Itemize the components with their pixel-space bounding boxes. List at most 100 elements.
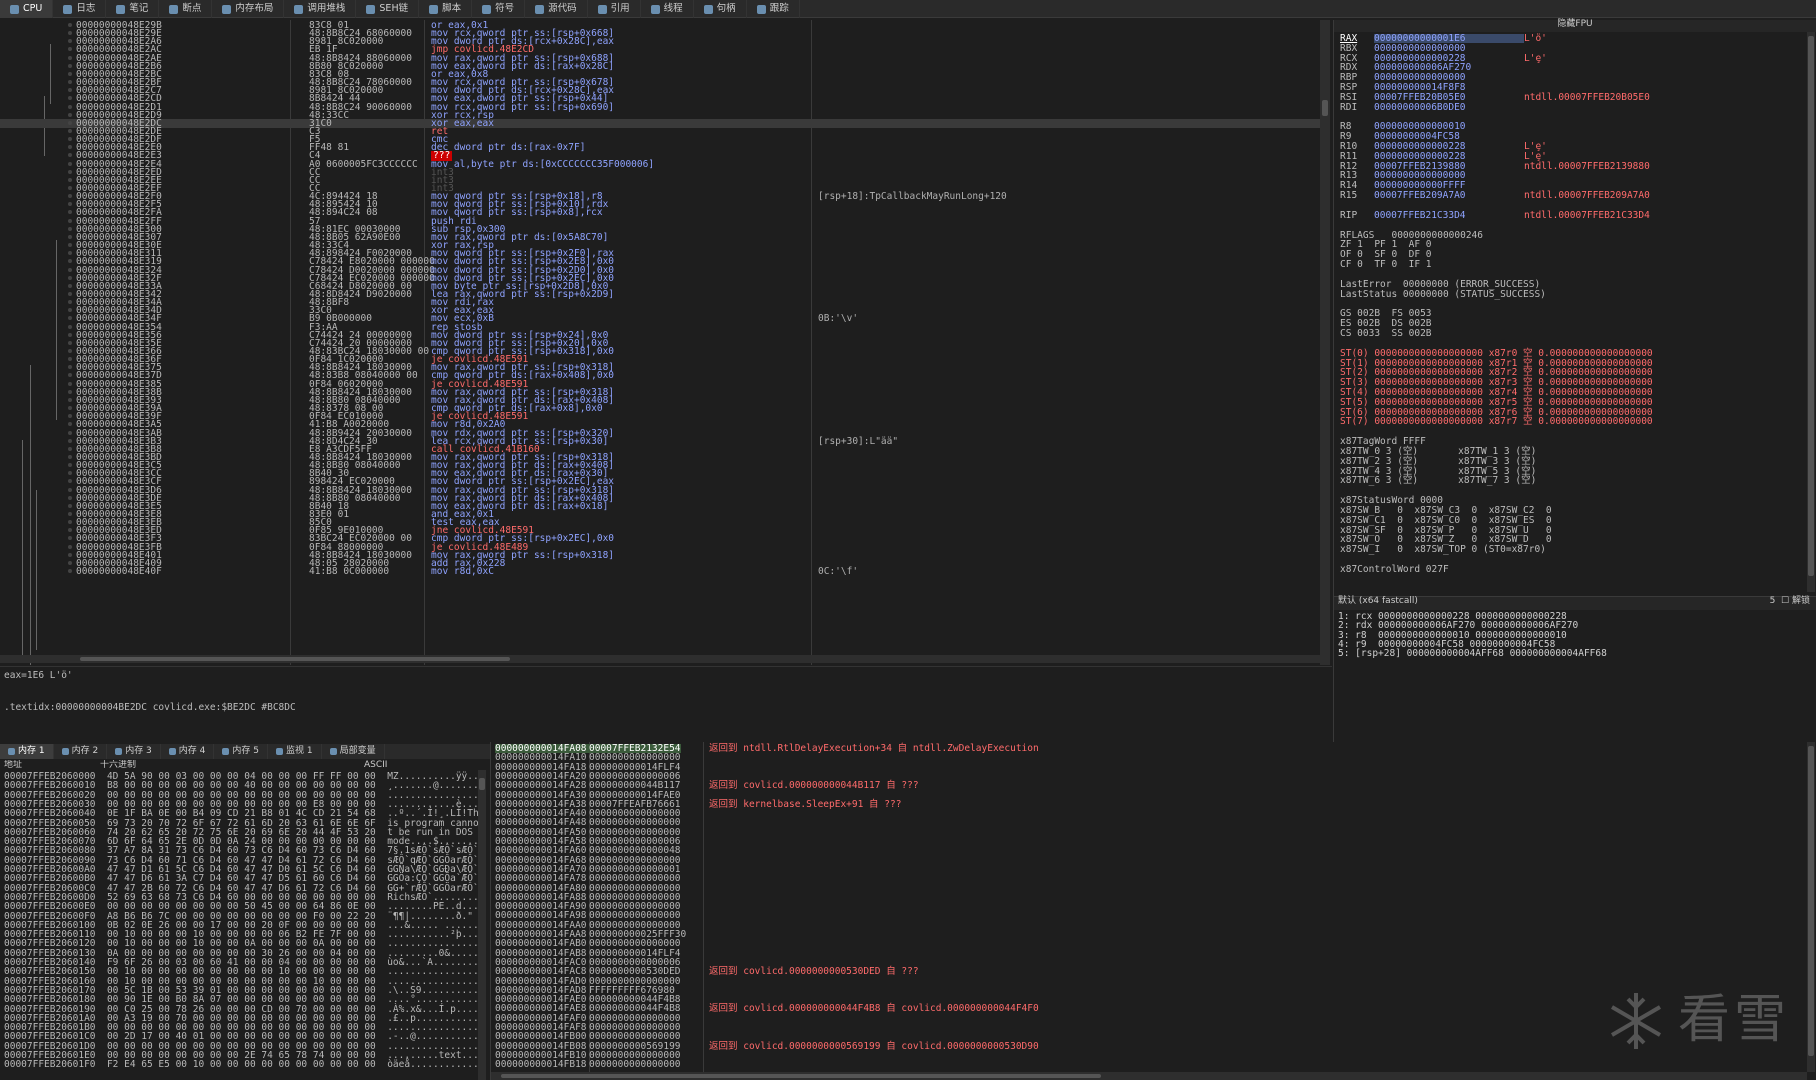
register-rsi[interactable]: RSI 00007FFEB20B05E0 ntdll.00007FFEB20B05E… — [1340, 92, 1650, 102]
register-r11[interactable]: R11 0000000000000228 L'ȩ' — [1340, 151, 1547, 161]
tab-8[interactable]: 符号 — [472, 0, 526, 18]
breakpoint-dot[interactable] — [68, 283, 72, 288]
breakpoint-dot[interactable] — [68, 104, 72, 109]
reg-value[interactable]: 00007FFEB20B05E0 — [1374, 92, 1524, 102]
disasm-hscroll[interactable] — [0, 655, 1320, 663]
breakpoint-dot[interactable] — [68, 324, 72, 329]
register-rbx[interactable]: RBX 0000000000000000 — [1340, 43, 1524, 53]
breakpoint-dot[interactable] — [68, 39, 72, 44]
breakpoint-dot[interactable] — [68, 55, 72, 60]
reg-value[interactable]: 00000000006B0DE0 — [1374, 102, 1524, 112]
register-r10[interactable]: R10 0000000000000228 L'ȩ' — [1340, 142, 1547, 152]
disasm-vscroll[interactable] — [1320, 20, 1330, 665]
breakpoint-dot[interactable] — [68, 479, 72, 484]
breakpoint-dot[interactable] — [68, 202, 72, 207]
tab-9[interactable]: 源代码 — [525, 0, 588, 18]
call-arg-row[interactable]: 5: [rsp+28] 000000000004AFF68 0000000000… — [1338, 649, 1607, 659]
breakpoint-dot[interactable] — [68, 291, 72, 296]
breakpoint-dot[interactable] — [68, 145, 72, 150]
breakpoint-dot[interactable] — [68, 454, 72, 459]
breakpoint-dot[interactable] — [68, 528, 72, 533]
breakpoint-dot[interactable] — [68, 569, 72, 574]
breakpoint-dot[interactable] — [68, 503, 72, 508]
bottom-tab-6[interactable]: 局部变量 — [322, 744, 385, 759]
bottom-tab-0[interactable]: 内存 1 — [0, 744, 54, 759]
bottom-tab-3[interactable]: 内存 4 — [161, 744, 215, 759]
breakpoint-dot[interactable] — [68, 560, 72, 565]
disassembly-pane[interactable]: 00000000048E29B 83C8 01 or eax,0x1 00000000… — [0, 20, 1332, 665]
bottom-tab-4[interactable]: 内存 5 — [214, 744, 268, 759]
reg-value[interactable]: 0000000000000228 — [1374, 151, 1524, 161]
breakpoint-dot[interactable] — [68, 128, 72, 133]
breakpoint-dot[interactable] — [68, 389, 72, 394]
breakpoint-dot[interactable] — [68, 463, 72, 468]
breakpoint-dot[interactable] — [68, 340, 72, 345]
register-r15[interactable]: R15 00007FFEB209A7A0 ntdll.00007FFEB209A7A… — [1340, 191, 1650, 201]
stack-vscroll[interactable] — [1807, 742, 1815, 1072]
breakpoint-dot[interactable] — [68, 397, 72, 402]
breakpoint-dot[interactable] — [68, 365, 72, 370]
arg-count-spinner[interactable]: 5 — [1770, 596, 1776, 606]
breakpoint-dot[interactable] — [68, 210, 72, 215]
reg-value[interactable]: 00007FFEB209A7A0 — [1374, 191, 1524, 201]
breakpoint-dot[interactable] — [68, 536, 72, 541]
breakpoint-dot[interactable] — [68, 31, 72, 36]
breakpoint-dot[interactable] — [68, 96, 72, 101]
reg-value[interactable]: 00000000000001E6 — [1374, 34, 1524, 43]
register-rax[interactable]: RAX 00000000000001E6 L'ö' — [1340, 34, 1547, 44]
breakpoint-dot[interactable] — [68, 406, 72, 411]
breakpoint-dot[interactable] — [68, 71, 72, 76]
reg-value[interactable]: 0000000000000228 — [1374, 142, 1524, 152]
hide-fpu-button[interactable]: 隐藏FPU — [1334, 19, 1816, 32]
reg-value[interactable]: 000000000014F8F8 — [1374, 83, 1524, 93]
breakpoint-dot[interactable] — [68, 177, 72, 182]
tab-4[interactable]: 内存布局 — [212, 0, 285, 18]
breakpoint-dot[interactable] — [68, 218, 72, 223]
breakpoint-dot[interactable] — [68, 544, 72, 549]
dump-row[interactable]: 00007FFEB20601F0 F2 E4 65 E5 00 10 00 00… — [4, 1060, 479, 1070]
breakpoint-dot[interactable] — [68, 487, 72, 492]
bottom-tab-2[interactable]: 内存 3 — [107, 744, 161, 759]
bottom-tab-1[interactable]: 内存 2 — [54, 744, 108, 759]
dump-vscroll[interactable] — [478, 770, 486, 1080]
breakpoint-dot[interactable] — [68, 153, 72, 158]
breakpoint-dot[interactable] — [68, 112, 72, 117]
tab-1[interactable]: 日志 — [53, 0, 107, 18]
breakpoint-dot[interactable] — [68, 495, 72, 500]
registers-pane[interactable]: 隐藏FPU RAX 00000000000001E6 L'ö' RBX 00000000… — [1333, 19, 1816, 603]
disasm-row[interactable]: 00000000048E2DC 31C0 xor eax,eax — [0, 118, 1320, 128]
register-rsp[interactable]: RSP 000000000014F8F8 — [1340, 83, 1524, 93]
tab-10[interactable]: 引用 — [588, 0, 641, 18]
breakpoint-dot[interactable] — [68, 63, 72, 68]
breakpoint-dot[interactable] — [68, 251, 72, 256]
breakpoint-dot[interactable] — [68, 381, 72, 386]
breakpoint-dot[interactable] — [68, 275, 72, 280]
breakpoint-dot[interactable] — [68, 357, 72, 362]
breakpoint-dot[interactable] — [68, 47, 72, 52]
call-args-pane[interactable]: 默认 (x64 fastcall) 5 ☐ 解锁 1: rcx 00000000… — [1333, 596, 1816, 744]
tab-3[interactable]: 断点 — [159, 0, 213, 18]
register-rdi[interactable]: RDI 00000000006B0DE0 — [1340, 102, 1524, 112]
tab-12[interactable]: 句柄 — [694, 0, 747, 18]
stack-row[interactable]: 000000000014FB18 0000000000000000 — [495, 1060, 681, 1070]
reg-value[interactable]: 0000000000000000 — [1374, 43, 1524, 53]
breakpoint-dot[interactable] — [68, 137, 72, 142]
breakpoint-dot[interactable] — [68, 512, 72, 516]
tab-0[interactable]: CPU — [0, 0, 54, 18]
breakpoint-dot[interactable] — [68, 161, 72, 166]
breakpoint-dot[interactable] — [68, 259, 72, 264]
breakpoint-dot[interactable] — [68, 414, 72, 419]
unlock-checkbox[interactable]: 解锁 — [1792, 596, 1810, 606]
breakpoint-dot[interactable] — [68, 446, 72, 451]
breakpoint-dot[interactable] — [68, 80, 72, 85]
breakpoint-dot[interactable] — [68, 267, 72, 272]
bottom-tab-5[interactable]: 监视 1 — [268, 744, 322, 759]
calling-convention-select[interactable]: 默认 (x64 fastcall) — [1338, 596, 1418, 610]
stack-hscroll[interactable] — [491, 1072, 1807, 1080]
tab-2[interactable]: 笔记 — [106, 0, 160, 18]
register-rip[interactable]: RIP 00007FFEB21C33D4 ntdll.00007FFEB21C33D… — [1340, 210, 1650, 220]
breakpoint-dot[interactable] — [68, 430, 72, 435]
breakpoint-dot[interactable] — [68, 438, 72, 443]
breakpoint-dot[interactable] — [68, 234, 72, 239]
breakpoint-dot[interactable] — [68, 120, 72, 125]
